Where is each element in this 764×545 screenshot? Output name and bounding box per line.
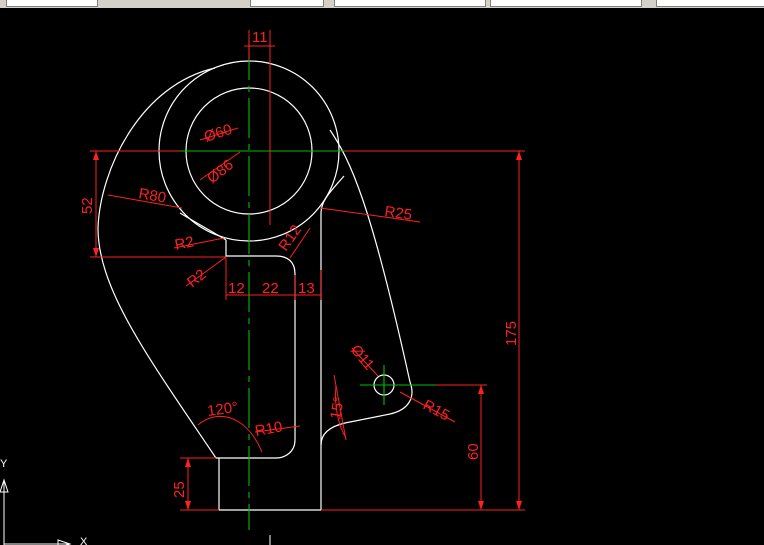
dim-r2-upper-text: R2	[173, 233, 195, 254]
dim-r80-text: R80	[137, 185, 167, 207]
arrow-60-top	[478, 385, 484, 394]
left-flank-line	[216, 457, 220, 510]
dim-r2-lower-text: R2	[184, 266, 210, 291]
dim-25-text: 25	[171, 481, 188, 498]
toolbar-strip	[0, 0, 764, 8]
dim-r10-text: R10	[254, 418, 284, 440]
arrow-175-top	[516, 151, 522, 160]
dim-175-text: 175	[503, 321, 520, 346]
dim-phi86-text: Ø86	[204, 156, 237, 187]
arrow-60-bottom	[478, 501, 484, 510]
dimension-texts: 11 Ø60 Ø86 R80 52 R2 R2 R12 R25 12 22 13…	[79, 29, 520, 498]
dim-22-text: 22	[262, 280, 279, 297]
dim-15deg-text: 15°	[327, 395, 348, 420]
left-outer-arc	[97, 67, 217, 459]
dim-11-text: 11	[252, 29, 268, 46]
ucs-icon	[0, 478, 271, 545]
part-outline	[97, 60, 413, 511]
arrow-175-bottom	[516, 501, 522, 510]
toolbar-dropdown-linetype[interactable]	[250, 0, 324, 7]
arrow-52-top	[93, 151, 99, 160]
dim-r25-text: R25	[383, 203, 413, 224]
dimension-lines	[90, 30, 525, 511]
dim-r12-text: R12	[275, 222, 305, 254]
dim-60-text: 60	[465, 443, 482, 460]
toolbar-dropdown-plotstyle[interactable]	[656, 0, 764, 7]
arrow-52-bottom	[93, 248, 99, 257]
ucs-y-label: Y	[0, 458, 8, 470]
toolbar-dropdown-color[interactable]	[334, 0, 486, 7]
arrow-25-top	[185, 458, 191, 467]
dim-12-text: 12	[228, 280, 245, 297]
drawing-canvas[interactable]: 11 Ø60 Ø86 R80 52 R2 R2 R12 R25 12 22 13…	[0, 8, 764, 545]
dim-phi60-text: Ø60	[202, 121, 234, 146]
dim-phi11-text: Ø11	[347, 342, 378, 374]
dim-52-text: 52	[79, 197, 96, 214]
dim-120deg-text: 120°	[206, 399, 239, 420]
dim-r15-text: R15	[420, 397, 452, 425]
toolbar-dropdown-layer[interactable]	[6, 0, 98, 7]
dim-13-text: 13	[298, 280, 315, 297]
ucs-x-label: X	[80, 536, 88, 545]
right-tangent-line	[329, 129, 411, 383]
toolbar-dropdown-lineweight[interactable]	[490, 0, 642, 7]
arrow-25-bottom	[185, 501, 191, 510]
angle-120-arc	[197, 416, 263, 453]
